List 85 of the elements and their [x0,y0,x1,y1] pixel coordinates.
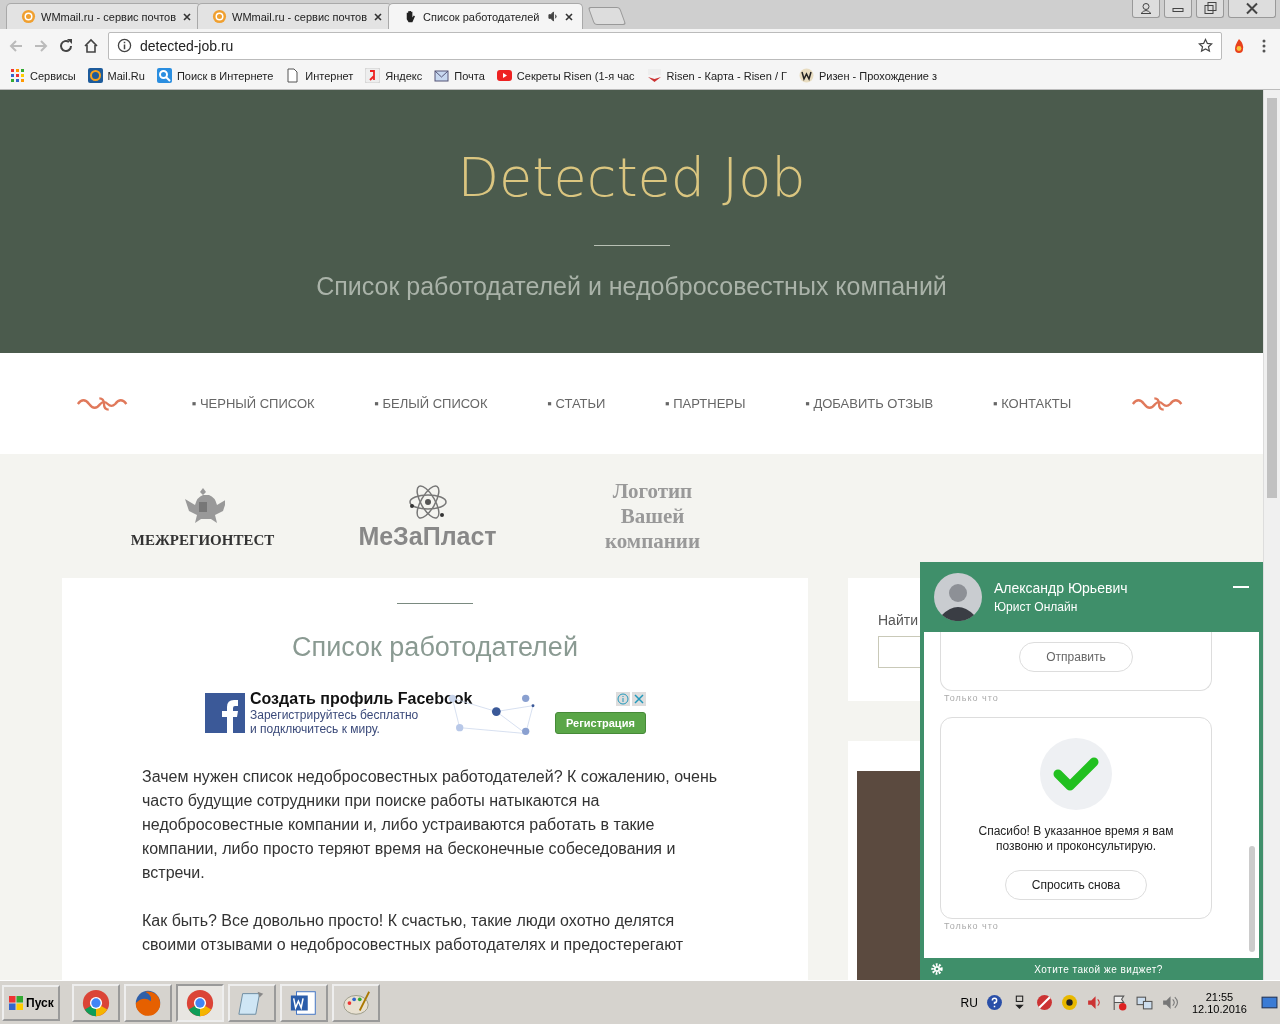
nav-link[interactable]: ▪ ДОБАВИТЬ ОТЗЫВ [805,396,934,411]
chrome-logo-icon [184,987,215,1018]
no-entry-icon[interactable] [1035,994,1053,1011]
play-icon [496,68,512,83]
search-icon [156,68,172,83]
checkmark-icon [1040,738,1112,810]
tab-title: Список работодателей [423,10,541,23]
nav-link[interactable]: ▪ СТАТЬИ [547,396,606,411]
settings-icon[interactable] [930,962,944,976]
partner-logo-text: МеЗаПласт [358,521,497,551]
network-icon[interactable] [1135,994,1153,1011]
bookmark[interactable]: Секреты Risen (1-я час [496,68,635,83]
nav-link[interactable]: ▪ ЧЕРНЫЙ СПИСОК [191,396,315,411]
bookmark[interactable]: Почта [434,68,485,83]
user-icon[interactable] [1132,0,1160,18]
article-heading: Список работодателей [292,632,578,663]
address-bar[interactable]: detected-job.ru [108,31,1222,60]
ad-text: Зарегистрируйтесь бесплатно [250,708,420,722]
taskbar-app[interactable] [279,983,328,1022]
bookmark[interactable]: Сервисы [10,68,76,83]
bookmark[interactable]: Яндекс [365,68,423,83]
show-desktop-icon[interactable] [1261,994,1278,1011]
chat-button[interactable]: Отправить [1019,642,1133,672]
envelope-icon [434,68,450,83]
site-title[interactable]: Detected Job [457,146,806,209]
search-label: Найти [878,612,919,628]
home-icon[interactable] [83,37,99,54]
nav-link[interactable]: ▪ БЕЛЫЙ СПИСОК [374,396,488,411]
tab-title: WMmail.ru - сервис почтов [41,10,177,23]
agent-name: Александр Юрьевич [994,580,1129,596]
bookmark[interactable]: Mail.Ru [87,68,145,83]
w-logo-icon [798,68,814,83]
restore-icon[interactable] [1196,0,1224,18]
partner-logo-text: Логотип Вашей компании [603,478,702,554]
ad-title[interactable]: Создать профиль Facebook [250,690,485,708]
article-paragraph: Зачем нужен список недобросовестных работодателей? К сожалению, очень часто будущие сотрудники при поиске работы натыкаются на недобросовестные компании и, либо устраиваются работать в такие компании, либо просто теряют время на бесконечные собеседования и встречи. [142,767,719,883]
avatar-icon [934,573,982,621]
info-icon[interactable] [117,38,132,53]
page-icon [285,68,301,83]
browser-tab[interactable]: Список работодателей [388,3,583,29]
taskbar-app[interactable] [123,983,172,1022]
article-paragraph: Как быть? Все довольно просто! К счастью, такие люди охотно делятся своими отзывами о недобросовестных работодателях и предостерегают [142,911,685,955]
chrome-logo-icon [80,987,111,1018]
widget-link[interactable]: Хотите такой же виджет? [944,963,1253,975]
taskbar-app[interactable] [175,983,224,1022]
coin-icon[interactable] [1060,994,1078,1011]
reload-icon[interactable] [58,37,74,54]
bookmark[interactable]: Интернет [285,68,354,83]
bookmark[interactable]: Поиск в Интернете [156,68,274,83]
taskbar-app[interactable] [71,983,120,1022]
message-time: Только что [944,693,1000,703]
volume-icon[interactable] [1160,994,1178,1011]
bookmark[interactable]: Risen - Карта - Risen / Г [646,68,787,83]
taskbar-app[interactable] [331,983,380,1022]
windows-logo-icon [8,994,24,1011]
bookmark[interactable]: Ризен - Прохождение з [798,68,938,83]
close-icon[interactable] [373,11,383,22]
apps-grid-icon [10,68,25,83]
nav-link[interactable]: ▪ ПАРТНЕРЫ [665,396,746,411]
language-indicator[interactable]: RU [960,995,978,1010]
clock[interactable]: 21:55 12.10.2016 [1191,990,1247,1015]
scrollbar[interactable] [1263,90,1280,980]
partner-logo-text: МЕЖРЕГИОНТЕСТ [130,531,275,549]
message-time: Только что [944,921,1000,931]
nav-link[interactable]: ▪ КОНТАКТЫ [992,396,1072,411]
star-icon[interactable] [1198,38,1213,53]
minimize-icon[interactable] [1164,0,1192,18]
mail-logo-icon [21,9,36,24]
yandex-logo-icon [365,68,381,83]
help-icon[interactable] [985,994,1003,1011]
chat-button[interactable]: Спросить снова [1004,870,1148,900]
minimize-icon[interactable] [1233,585,1249,589]
close-icon[interactable] [1228,0,1276,18]
agent-role: Юрист Онлайн [994,600,1079,614]
mail-logo-icon [212,9,227,24]
at-sign-icon [87,68,103,83]
ad-text: и подключитесь к миру. [250,722,381,736]
tab-title: WMmail.ru - сервис почтов [232,10,368,23]
facebook-logo-icon[interactable] [205,693,245,733]
chat-message: Спасибо! В указанное время я вам позвоню и проконсультирую. [977,824,1175,854]
close-icon[interactable] [182,11,192,22]
start-button[interactable]: Пуск [2,984,60,1021]
close-icon[interactable] [564,11,574,22]
speaker-icon[interactable] [1085,994,1103,1011]
site-subtitle: Список работодателей и недобросовестных компаний [316,272,947,301]
